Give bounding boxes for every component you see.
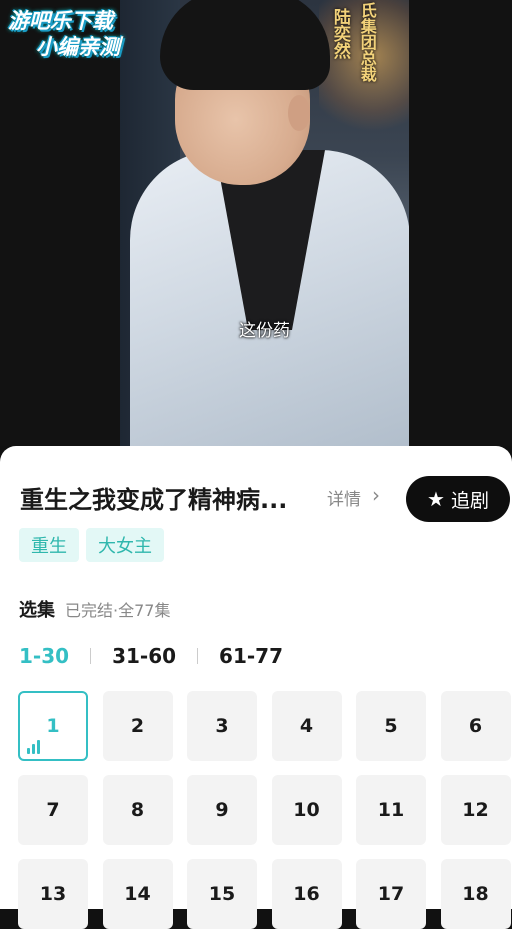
tag[interactable]: 重生: [19, 528, 79, 562]
episode-button[interactable]: 7: [18, 775, 88, 845]
episode-button[interactable]: 12: [440, 775, 511, 845]
video-frame[interactable]: 陆奕然 氏集团总裁 这份药: [120, 0, 409, 446]
role-caption: 氏集团总裁: [357, 2, 377, 82]
range-tab-31-60[interactable]: 31-60: [112, 644, 176, 668]
video-player[interactable]: 陆奕然 氏集团总裁 这份药 游吧乐下载 小编亲测: [0, 0, 512, 446]
episode-range-tabs: 1-30 31-60 61-77: [19, 644, 283, 668]
chevron-right-icon[interactable]: ›: [372, 483, 380, 507]
episode-number: 1: [46, 715, 60, 737]
range-divider: [90, 648, 92, 664]
actor-ear: [288, 95, 310, 131]
actor-hair: [160, 0, 330, 90]
episode-button[interactable]: 11: [356, 775, 426, 845]
range-tab-1-30[interactable]: 1-30: [19, 644, 69, 668]
episode-button[interactable]: 9: [187, 775, 257, 845]
watermark: 游吧乐下载 小编亲测: [8, 8, 120, 60]
episode-header: 选集 已完结·全77集: [19, 596, 170, 622]
range-divider: [197, 648, 199, 664]
episode-button[interactable]: 14: [102, 859, 173, 929]
tag-list: 重生 大女主: [19, 528, 164, 562]
episode-button[interactable]: 8: [102, 775, 173, 845]
range-tab-61-77[interactable]: 61-77: [219, 644, 283, 668]
show-title: 重生之我变成了精神病...: [20, 486, 288, 514]
episode-status: 已完结·全77集: [65, 601, 171, 620]
episode-button[interactable]: 16: [271, 859, 342, 929]
title-row: 重生之我变成了精神病... 详情 › ★ 追剧: [20, 476, 510, 526]
episode-label: 选集: [19, 600, 55, 621]
episode-button[interactable]: 17: [356, 859, 426, 929]
episode-button[interactable]: 10: [271, 775, 342, 845]
episode-button[interactable]: 13: [18, 859, 88, 929]
watermark-line-2: 小编亲测: [36, 35, 120, 59]
tag[interactable]: 大女主: [86, 528, 164, 562]
episode-button[interactable]: 3: [187, 691, 257, 761]
episode-button[interactable]: 18: [440, 859, 511, 929]
star-icon: ★: [427, 487, 445, 511]
name-caption: 陆奕然: [329, 8, 350, 59]
watermark-line-1: 游吧乐下载: [8, 9, 113, 33]
episode-button[interactable]: 4: [271, 691, 342, 761]
detail-link[interactable]: 详情: [327, 485, 361, 510]
video-subtitle: 这份药: [239, 321, 290, 341]
playing-bars-icon: [27, 740, 40, 754]
episode-button[interactable]: 2: [102, 691, 173, 761]
episode-button-current[interactable]: 1: [18, 691, 88, 761]
episode-button[interactable]: 5: [356, 691, 426, 761]
episode-button[interactable]: 15: [187, 859, 257, 929]
episode-sheet: 重生之我变成了精神病... 详情 › ★ 追剧 重生 大女主 选集 已完结·全7…: [0, 446, 512, 929]
follow-label: 追剧: [450, 489, 489, 512]
follow-button[interactable]: ★ 追剧: [406, 476, 510, 522]
episode-grid: 1 2 3 4 5 6 7 8 9 10 11 12 13 14 15 16 1…: [18, 691, 512, 929]
episode-button[interactable]: 6: [440, 691, 511, 761]
